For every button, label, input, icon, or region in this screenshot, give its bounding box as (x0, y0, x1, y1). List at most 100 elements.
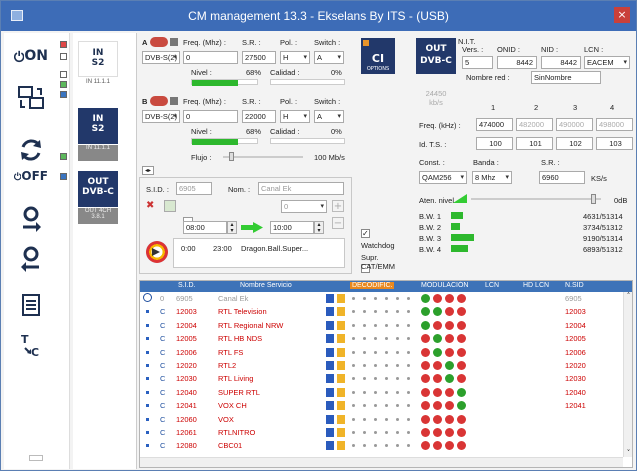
tuner-b-freq-input[interactable]: 0 (183, 110, 238, 123)
col-decod[interactable]: DECODIFIC. (350, 282, 395, 289)
modulation-off-icon[interactable] (445, 401, 454, 411)
decod-dot[interactable] (385, 310, 388, 314)
vers-input[interactable]: 5 (462, 56, 493, 69)
decod-dot[interactable] (396, 323, 399, 327)
modulation-off-icon[interactable] (445, 307, 454, 317)
modulation-off-icon[interactable] (457, 361, 466, 370)
col-name[interactable]: Nombre Servicio (240, 282, 292, 289)
decod-dot[interactable] (396, 350, 399, 354)
modulation-off-icon[interactable] (457, 307, 466, 317)
aten-slider[interactable] (471, 198, 601, 200)
decod-dot[interactable] (352, 390, 355, 394)
decod-dot[interactable] (407, 444, 410, 448)
decod-dot[interactable] (352, 444, 355, 448)
decod-dot[interactable] (363, 350, 366, 354)
nom-input[interactable]: Canal Ek (258, 182, 344, 195)
end-time-input[interactable]: 10:00 (270, 221, 314, 234)
decod-dot[interactable] (363, 417, 366, 421)
modulation-off-icon[interactable] (457, 428, 466, 437)
decod-dot[interactable] (374, 390, 377, 394)
decod-dot[interactable] (363, 323, 366, 327)
decod-dot[interactable] (374, 337, 377, 341)
decod-dot[interactable] (396, 390, 399, 394)
decod-dot[interactable] (407, 431, 410, 434)
end-time-spinner[interactable]: ▴ ▾ (314, 221, 324, 234)
decod-dot[interactable] (352, 350, 355, 354)
modulation-off-icon[interactable] (421, 441, 430, 451)
row-lock-icon[interactable] (337, 361, 345, 370)
banda-select[interactable]: 8 Mhz (472, 171, 512, 184)
decod-dot[interactable] (374, 323, 377, 327)
decod-dot[interactable] (374, 310, 377, 314)
freq-4-input[interactable]: 498000 (596, 118, 633, 131)
modulation-off-icon[interactable] (421, 374, 430, 384)
decod-dot[interactable] (385, 417, 388, 421)
decod-dot[interactable] (396, 377, 399, 381)
decod-dot[interactable] (407, 310, 410, 314)
start-time-input[interactable]: 08:00 (183, 221, 227, 234)
nombre-red-input[interactable]: SinNombre (531, 71, 601, 84)
power-off-button[interactable]: OFF (14, 159, 48, 193)
ts-2-input[interactable]: 101 (516, 137, 553, 150)
modulation-off-icon[interactable] (445, 347, 454, 357)
flujo-expand-button[interactable]: ◂▸ (142, 166, 154, 175)
modulation-off-icon[interactable] (421, 347, 430, 357)
decod-dot[interactable] (385, 431, 388, 434)
tuner-a-toggle[interactable] (150, 37, 168, 47)
ts-1-input[interactable]: 100 (476, 137, 513, 150)
decod-dot[interactable] (352, 377, 355, 381)
decod-dot[interactable] (363, 337, 366, 341)
freq-3-input[interactable]: 490000 (556, 118, 593, 131)
decod-dot[interactable] (352, 417, 355, 421)
translate-button[interactable]: TC (14, 328, 48, 362)
decod-dot[interactable] (396, 364, 399, 367)
row-save-icon[interactable] (326, 428, 334, 437)
onid-input[interactable]: 8442 (497, 56, 537, 69)
modulation-on-icon[interactable] (433, 347, 442, 357)
modulation-on-icon[interactable] (445, 361, 454, 370)
col-nsid[interactable]: N.SID (565, 282, 584, 289)
modulation-off-icon[interactable] (457, 441, 466, 451)
modulation-off-icon[interactable] (457, 294, 466, 303)
col-hdlcn[interactable]: HD LCN (523, 282, 549, 289)
modulation-on-icon[interactable] (457, 387, 466, 397)
decod-dot[interactable] (407, 417, 410, 421)
modulation-off-icon[interactable] (421, 401, 430, 411)
channel-add-button[interactable]: + (332, 200, 344, 212)
decod-dot[interactable] (363, 390, 366, 394)
add-service-icon[interactable] (164, 200, 176, 212)
modulation-off-icon[interactable] (433, 374, 442, 384)
lcn-select[interactable]: EACEM (584, 56, 630, 69)
ts-3-input[interactable]: 102 (556, 137, 593, 150)
modulation-off-icon[interactable] (445, 294, 454, 303)
modulation-on-icon[interactable] (421, 320, 430, 330)
decod-dot[interactable] (374, 377, 377, 381)
power-on-button[interactable]: ON (14, 39, 48, 73)
decod-dot[interactable] (352, 337, 355, 341)
vertical-scrollbar[interactable]: ˄ ˅ (623, 292, 632, 457)
decod-dot[interactable] (374, 364, 377, 367)
modulation-off-icon[interactable] (445, 334, 454, 344)
decod-dot[interactable] (396, 297, 399, 300)
decod-dot[interactable] (396, 404, 399, 408)
decod-dot[interactable] (363, 377, 366, 381)
output-sr-input[interactable]: 6960 (539, 171, 585, 184)
decod-dot[interactable] (396, 310, 399, 314)
row-lock-icon[interactable] (337, 307, 345, 317)
freq-1-input[interactable]: 474000 (476, 118, 513, 131)
tuner-b-sr-input[interactable]: 22000 (242, 110, 276, 123)
modulation-off-icon[interactable] (433, 441, 442, 451)
row-lock-icon[interactable] (337, 441, 345, 451)
decod-dot[interactable] (407, 404, 410, 408)
decod-dot[interactable] (374, 417, 377, 421)
modulation-on-icon[interactable] (421, 307, 430, 317)
col-lcn[interactable]: LCN (485, 282, 499, 289)
schedule-remove-button[interactable]: − (332, 217, 344, 229)
decod-dot[interactable] (385, 297, 388, 300)
modulation-off-icon[interactable] (457, 320, 466, 330)
modulation-on-icon[interactable] (445, 374, 454, 384)
decod-dot[interactable] (407, 297, 410, 300)
modulation-off-icon[interactable] (421, 414, 430, 424)
table-row[interactable]: C 12041 VOX CH 12041 (140, 400, 622, 411)
decod-dot[interactable] (407, 377, 410, 381)
